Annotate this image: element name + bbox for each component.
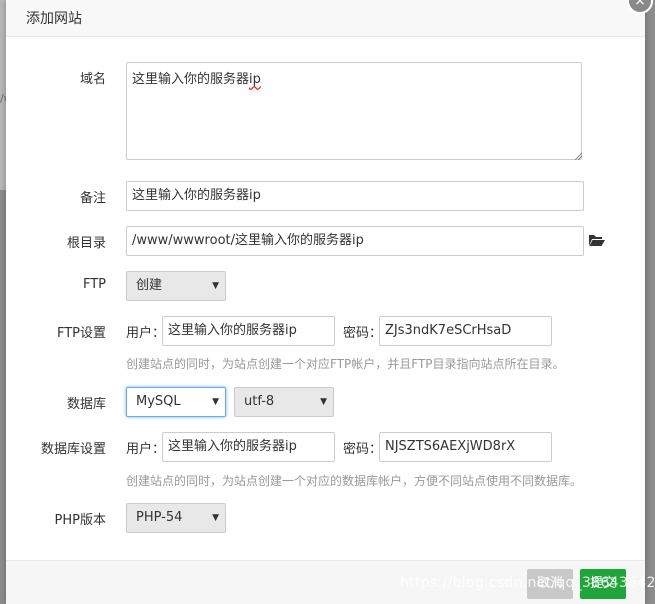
ftp-select[interactable]: 创建 ▼ xyxy=(126,271,226,301)
remark-input[interactable]: 这里输入你的服务器ip xyxy=(126,181,584,211)
domain-text: 这里输入你的服务器 xyxy=(132,72,250,87)
ftp-label: FTP xyxy=(82,277,106,292)
root-dir-input[interactable]: /www/wwwroot/这里输入你的服务器ip xyxy=(126,226,584,256)
database-charset-value: utf-8 xyxy=(244,394,275,409)
ftp-hint: 创建站点的同时，为站点创建一个对应FTP帐户，并且FTP目录指向站点所在目录。 xyxy=(126,357,565,371)
database-label: 数据库 xyxy=(66,397,106,412)
domain-label: 域名 xyxy=(79,72,106,87)
root-dir-label: 根目录 xyxy=(66,236,106,251)
ftp-user-input[interactable]: 这里输入你的服务器ip xyxy=(162,316,335,346)
ftp-user-label: 用户： xyxy=(126,326,166,341)
database-type-value: MySQL xyxy=(136,394,181,409)
add-site-dialog: 添加网站 域名 这里输入你的服务器ip 备注 这里输入你的服务器ip 根目录 /… xyxy=(6,0,645,604)
db-password-input[interactable]: NJSZTS6AEXjWD8rX xyxy=(379,432,552,462)
db-user-label: 用户： xyxy=(126,442,166,457)
dialog-header: 添加网站 xyxy=(6,0,645,37)
domain-textarea[interactable]: 这里输入你的服务器ip xyxy=(126,62,582,160)
ftp-settings-label: FTP设置 xyxy=(56,326,106,341)
ftp-password-input[interactable]: ZJs3ndK7eSCrHsaD xyxy=(379,316,552,346)
db-password-label: 密码： xyxy=(343,442,383,457)
dialog-title: 添加网站 xyxy=(26,11,82,27)
ftp-password-label: 密码： xyxy=(343,326,383,341)
database-hint: 创建站点的同时，为站点创建一个对应的数据库帐户，方便不同站点使用不同数据库。 xyxy=(126,474,583,488)
php-version-value: PHP-54 xyxy=(136,510,183,525)
php-version-select[interactable]: PHP-54 ▼ xyxy=(126,503,226,533)
chevron-down-icon: ▼ xyxy=(212,513,219,523)
database-type-select[interactable]: MySQL ▼ xyxy=(126,387,226,417)
database-charset-select[interactable]: utf-8 ▼ xyxy=(234,387,334,417)
resize-grip-icon[interactable] xyxy=(574,152,582,160)
php-version-label: PHP版本 xyxy=(54,513,106,528)
folder-open-icon[interactable] xyxy=(588,232,606,248)
chevron-down-icon: ▼ xyxy=(320,397,327,407)
domain-text-spellcheck: ip xyxy=(249,72,261,87)
ftp-select-value: 创建 xyxy=(136,278,163,293)
chevron-down-icon: ▼ xyxy=(212,281,219,291)
remark-label: 备注 xyxy=(79,191,106,206)
watermark: https://blog.csdn.net/qq_38643642 xyxy=(400,575,655,591)
database-settings-label: 数据库设置 xyxy=(40,442,106,457)
db-user-input[interactable]: 这里输入你的服务器ip xyxy=(162,432,335,462)
chevron-down-icon: ▼ xyxy=(212,397,219,407)
